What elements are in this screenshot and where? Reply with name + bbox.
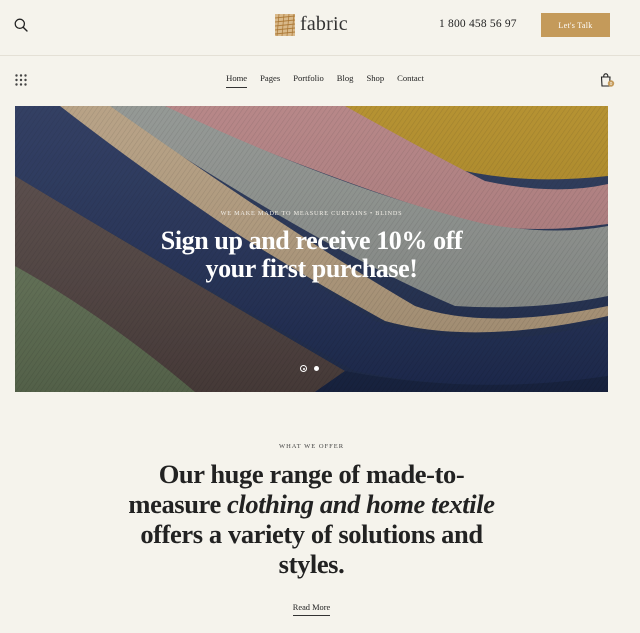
offer-line-1: Our huge range of made-to- [158,459,465,489]
hero-slider[interactable]: We make made to measure curtains • blind… [15,106,608,392]
lets-talk-button[interactable]: Let's Talk [541,13,610,37]
offer-heading: Our huge range of made-to- measure cloth… [0,459,623,579]
hero-title-line-1: Sign up and receive 10% off [160,226,463,255]
hero-title: Sign up and receive 10% off your first p… [15,227,608,283]
logo[interactable]: fabric [275,13,348,36]
nav-item-home[interactable]: Home [226,73,248,88]
slider-dot-1[interactable] [300,365,307,372]
top-header: fabric 1 800 458 56 97 Let's Talk [0,0,640,56]
offer-line-2-plain: measure [128,489,228,519]
nav-item-pages[interactable]: Pages [260,73,280,88]
offer-eyebrow: What we offer [278,443,345,450]
cart-count-badge: 0 [610,81,613,86]
nav-item-blog[interactable]: Blog [337,73,354,88]
logo-mark-icon [275,13,295,36]
search-icon[interactable] [13,17,29,33]
offer-line-3: offers a variety of solutions and [140,519,483,549]
read-more-link[interactable]: Read More [292,603,331,616]
slider-dot-2[interactable] [314,366,319,371]
shopping-bag-icon[interactable]: 0 [599,72,615,88]
nav-item-portfolio[interactable]: Portfolio [293,73,324,88]
page: fabric 1 800 458 56 97 Let's Talk Home P… [0,0,640,633]
phone-number[interactable]: 1 800 458 56 97 [439,18,517,30]
slider-pagination [300,365,319,372]
hero-title-line-2: your first purchase! [205,254,418,283]
hero-eyebrow: We make made to measure curtains • blind… [220,210,403,217]
read-more-wrap: Read More [0,597,623,616]
offer-line-2-italic: clothing and home textile [227,489,495,519]
main-navigation: Home Pages Portfolio Blog Shop Contact 0 [0,56,640,106]
nav-item-contact[interactable]: Contact [397,73,424,88]
nav-menu: Home Pages Portfolio Blog Shop Contact [0,73,640,88]
offer-line-4: styles. [278,549,345,579]
nav-item-shop[interactable]: Shop [366,73,384,88]
logo-text: fabric [300,13,348,35]
